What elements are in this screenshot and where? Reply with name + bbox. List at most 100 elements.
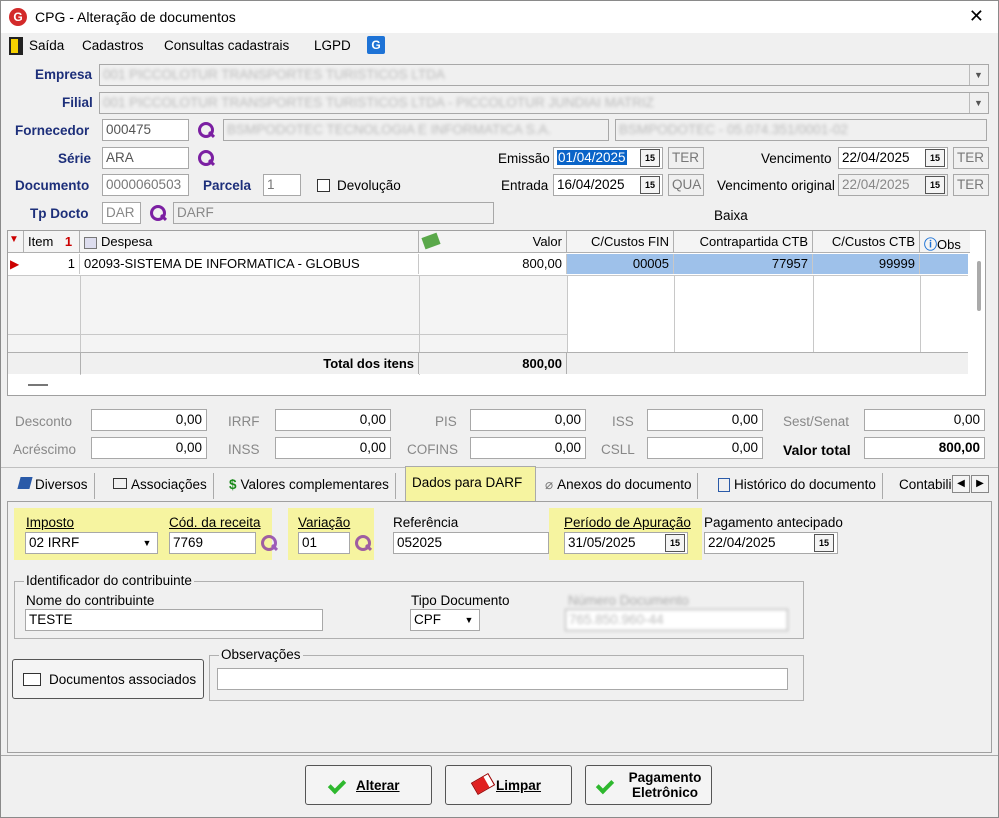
referencia-input[interactable]: 052025 (393, 532, 549, 554)
parcela-input[interactable]: 1 (263, 174, 301, 196)
tab-anexos-label: Anexos do documento (557, 477, 692, 492)
menu-consultas-cadastrais[interactable]: Consultas cadastrais (164, 38, 289, 53)
tpdocto-search-icon[interactable] (149, 204, 167, 222)
documentos-associados-label: Documentos associados (49, 672, 197, 687)
col-cc-fin[interactable]: C/Custos FIN (567, 231, 674, 253)
documento-input[interactable]: 0000060503 (102, 174, 189, 196)
alterar-button[interactable]: Alterar (305, 765, 432, 805)
pis-label: PIS (435, 414, 457, 429)
devolucao-label: Devolução (337, 178, 401, 193)
receita-label: Cód. da receita (169, 515, 261, 530)
paperclip-icon: ⌀ (545, 477, 554, 492)
items-grid[interactable]: ▼ Item 1 Despesa Valor C/Custos FIN Cont… (7, 230, 986, 396)
venc-original-calendar-icon[interactable]: 15 (925, 176, 945, 194)
tpdocto-code-input[interactable]: DAR (102, 202, 141, 224)
tab-diversos[interactable]: Diversos (13, 473, 95, 499)
pagamento-calendar-icon[interactable]: 15 (814, 534, 834, 552)
col-despesa[interactable]: Despesa (80, 231, 419, 253)
nome-contribuinte-input[interactable]: TESTE (25, 609, 323, 631)
variacao-search-icon[interactable] (354, 534, 372, 552)
money-icon (421, 232, 441, 250)
serie-input[interactable]: ARA (102, 147, 189, 169)
tab-valores-complementares[interactable]: $ Valores complementares (223, 473, 396, 499)
tab-valores-label: Valores complementares (240, 477, 389, 492)
tab-contabilidade[interactable]: Contabili (893, 473, 953, 499)
grid-total-row: Total dos itens 800,00 (8, 353, 968, 374)
col-contrapartida[interactable]: Contrapartida CTB (674, 231, 813, 253)
fornecedor-name-field: BSMPODOTEC TECNOLOGIA E INFORMATICA S.A. (223, 119, 609, 141)
empresa-dropdown-icon[interactable]: ▼ (969, 65, 987, 85)
col-obs[interactable]: ⓘObs (920, 231, 970, 253)
referencia-label: Referência (393, 515, 459, 530)
devolucao-checkbox[interactable] (317, 179, 330, 192)
cofins-input[interactable]: 0,00 (470, 437, 586, 459)
menu-saida[interactable]: Saída (29, 38, 64, 53)
entrada-calendar-icon[interactable]: 15 (640, 176, 660, 194)
tab-associacoes[interactable]: Associações (107, 473, 214, 499)
window-search-icon (23, 673, 41, 686)
row-pointer-icon: ▶ (10, 257, 20, 271)
tabs-scroll-right-icon[interactable]: ▶ (971, 475, 989, 493)
sest-senat-input[interactable]: 0,00 (864, 409, 985, 431)
total-itens-value: 800,00 (419, 353, 567, 374)
exit-door-icon (9, 37, 23, 55)
col-valor[interactable]: Valor (419, 231, 567, 253)
check-icon (327, 775, 347, 795)
grid-vertical-scrollbar[interactable] (974, 251, 984, 311)
valor-total-input: 800,00 (864, 437, 985, 459)
cell-cc-ctb: 99999 (813, 254, 920, 274)
col-cc-ctb[interactable]: C/Custos CTB (813, 231, 920, 253)
pis-input[interactable]: 0,00 (470, 409, 586, 431)
menu-bar: Saída Cadastros Consultas cadastrais LGP… (1, 33, 998, 59)
tabs-scroll-left-icon[interactable]: ◀ (952, 475, 970, 493)
acrescimo-input[interactable]: 0,00 (91, 437, 207, 459)
info-icon: ⓘ (924, 237, 938, 252)
col-item[interactable]: Item 1 (24, 231, 80, 253)
table-row[interactable]: 1 02093-SISTEMA DE INFORMATICA - GLOBUS … (24, 254, 968, 274)
menu-lgpd[interactable]: LGPD (314, 38, 351, 53)
numero-documento-input[interactable]: 765.850.960-44 (565, 609, 788, 631)
limpar-button[interactable]: Limpar (445, 765, 572, 805)
tab-historico[interactable]: Histórico do documento (712, 473, 883, 499)
fornecedor-label: Fornecedor (15, 123, 90, 138)
serie-search-icon[interactable] (197, 149, 215, 167)
periodo-calendar-icon[interactable]: 15 (665, 534, 685, 552)
receita-input[interactable]: 7769 (169, 532, 256, 554)
empresa-value: 001 PICCOLOTUR TRANSPORTES TURISTICOS LT… (103, 67, 445, 82)
fornecedor-code-input[interactable]: 000475 (102, 119, 189, 141)
vencimento-calendar-icon[interactable]: 15 (925, 149, 945, 167)
empresa-field[interactable]: 001 PICCOLOTUR TRANSPORTES TURISTICOS LT… (99, 64, 989, 86)
inss-input[interactable]: 0,00 (275, 437, 391, 459)
iss-input[interactable]: 0,00 (647, 409, 763, 431)
tpdocto-label: Tp Docto (30, 206, 89, 221)
imposto-dropdown-icon[interactable]: ▼ (138, 533, 156, 553)
menu-cadastros[interactable]: Cadastros (82, 38, 144, 53)
emissao-calendar-icon[interactable]: 15 (640, 149, 660, 167)
documentos-associados-button[interactable]: Documentos associados (12, 659, 204, 699)
grid-divider (567, 275, 568, 353)
filial-dropdown-icon[interactable]: ▼ (969, 93, 987, 113)
cell-contrapartida: 77957 (674, 254, 813, 274)
globus-g-icon[interactable]: G (367, 36, 385, 54)
cell-item: 1 (24, 254, 80, 274)
cell-despesa: 02093-SISTEMA DE INFORMATICA - GLOBUS (80, 254, 419, 274)
scroll-document-icon (718, 478, 730, 493)
receita-search-icon[interactable] (260, 534, 278, 552)
irrf-input[interactable]: 0,00 (275, 409, 391, 431)
close-icon[interactable]: ✕ (969, 6, 984, 27)
tab-anexos[interactable]: ⌀ Anexos do documento (539, 473, 699, 499)
col-valor-label: Valor (532, 234, 562, 249)
filial-field[interactable]: 001 PICCOLOTUR TRANSPORTES TURISTICOS LT… (99, 92, 989, 114)
variacao-input[interactable]: 01 (298, 532, 350, 554)
tipo-documento-dropdown-icon[interactable]: ▼ (460, 610, 478, 630)
numero-documento-label: Número Documento (568, 593, 689, 608)
desconto-input[interactable]: 0,00 (91, 409, 207, 431)
csll-input[interactable]: 0,00 (647, 437, 763, 459)
pagamento-eletronico-button[interactable]: Pagamento Eletrônico (585, 765, 712, 805)
venc-original-label: Vencimento original (717, 178, 835, 193)
grid-splitter-handle[interactable] (28, 384, 48, 386)
fornecedor-search-icon[interactable] (197, 121, 215, 139)
observacoes-input[interactable] (217, 668, 788, 690)
window-search-icon (113, 478, 127, 489)
tab-dados-darf[interactable]: Dados para DARF (405, 466, 536, 503)
